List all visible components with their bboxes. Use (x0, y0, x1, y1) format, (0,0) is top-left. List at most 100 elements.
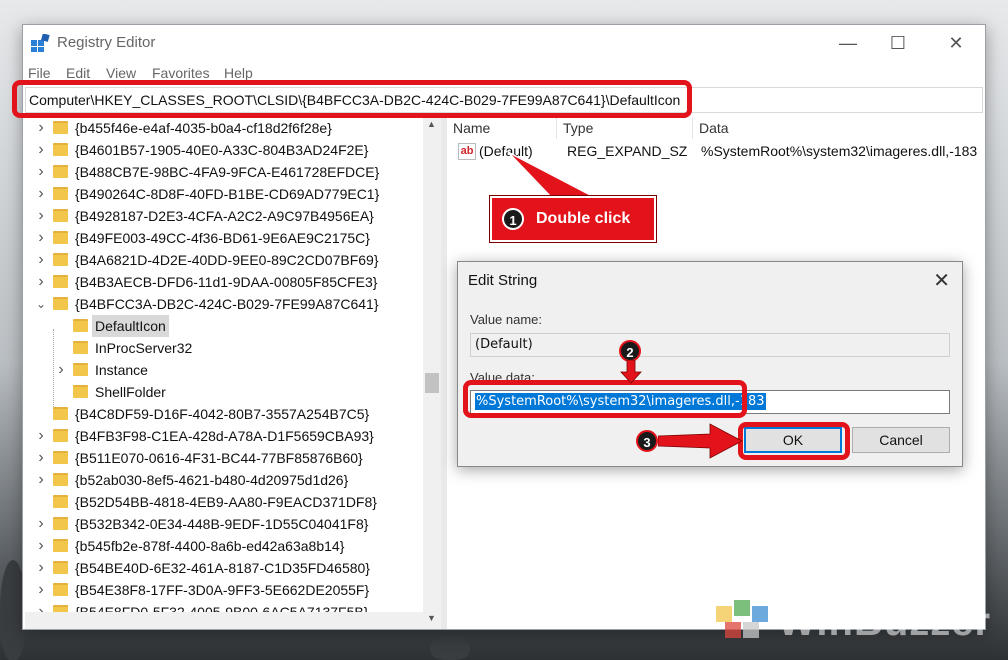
tree-item-label: {b52ab030-8ef5-4621-b480-4d20975d1d26} (75, 472, 349, 488)
tree-item[interactable]: › {B490264C-8D8F-40FD-B1BE-CD69AD779EC1} (25, 183, 405, 205)
tree-item[interactable]: › {B4601B57-1905-40E0-A33C-804B3AD24F2E} (25, 139, 405, 161)
tree-vertical-scrollbar[interactable]: ▲ ▼ (423, 117, 441, 629)
tree-item-label: {B52D54BB-4818-4EB9-AA80-F9EACD371DF8} (75, 494, 377, 510)
close-icon: ✕ (948, 32, 964, 53)
folder-icon (73, 341, 88, 354)
winbuzzer-logo-icon (716, 600, 768, 638)
folder-icon (73, 319, 88, 332)
chevron-right-icon[interactable]: › (55, 359, 67, 381)
tree-item[interactable]: › Instance (25, 359, 405, 381)
tree-item-label: {B54E38F8-17FF-3D0A-9FF3-5E662DE2055F} (75, 582, 370, 598)
tree-item-label: DefaultIcon (92, 315, 169, 337)
down-arrow-icon (620, 360, 642, 384)
folder-icon (53, 539, 68, 552)
close-button[interactable]: ✕ (931, 25, 981, 61)
chevron-right-icon[interactable]: › (35, 469, 47, 491)
chevron-right-icon[interactable]: › (35, 227, 47, 249)
maximize-icon: ☐ (889, 32, 907, 53)
tree-item[interactable]: ShellFolder (25, 381, 405, 403)
registry-editor-icon (31, 34, 50, 52)
key-tree[interactable]: › {b455f46e-e4af-4035-b0a4-cf18d2f6f28e} ›… (25, 117, 423, 629)
folder-icon (53, 451, 68, 464)
maximize-button[interactable]: ☐ (873, 25, 923, 61)
chevron-right-icon[interactable]: › (35, 249, 47, 271)
chevron-right-icon[interactable]: › (35, 117, 47, 139)
scroll-thumb[interactable] (425, 373, 439, 393)
value-name-label: Value name: (470, 312, 543, 327)
window-title: Registry Editor (57, 34, 156, 51)
menu-help[interactable]: Help (224, 65, 253, 81)
chevron-right-icon[interactable]: › (35, 205, 47, 227)
value-row-data: %SystemRoot%\system32\imageres.dll,-183 (701, 143, 978, 159)
tree-item[interactable]: › {B488CB7E-98BC-4FA9-9FCA-E461728EFDCE} (25, 161, 405, 183)
tree-item[interactable]: › {B532B342-0E34-448B-9EDF-1D55C04041F8} (25, 513, 405, 535)
minimize-button[interactable]: — (823, 25, 873, 61)
folder-icon (53, 231, 68, 244)
folder-icon (53, 275, 68, 288)
tree-item[interactable]: {B52D54BB-4818-4EB9-AA80-F9EACD371DF8} (25, 491, 405, 513)
menu-favorites[interactable]: Favorites (152, 65, 210, 81)
column-header-data[interactable]: Data (693, 117, 985, 139)
step-badge-2: 2 (619, 340, 641, 362)
chevron-down-icon[interactable]: ⌄ (35, 293, 47, 315)
tree-item[interactable]: › {B49FE003-49CC-4f36-BD61-9E6AE9C2175C} (25, 227, 405, 249)
tree-item[interactable]: › {B54E38F8-17FF-3D0A-9FF3-5E662DE2055F} (25, 579, 405, 601)
dialog-close-icon[interactable]: ✕ (933, 268, 950, 293)
scroll-up-arrow-icon[interactable]: ▲ (427, 119, 436, 129)
column-header-type[interactable]: Type (557, 117, 693, 139)
value-name-field: (Default) (470, 333, 950, 357)
tree-item[interactable]: › {b52ab030-8ef5-4621-b480-4d20975d1d26} (25, 469, 405, 491)
folder-icon (53, 517, 68, 530)
callout-pointer (507, 151, 597, 199)
chevron-right-icon[interactable]: › (35, 425, 47, 447)
chevron-right-icon[interactable]: › (35, 447, 47, 469)
chevron-right-icon[interactable]: › (35, 139, 47, 161)
tree-item-label: {B4B3AECB-DFD6-11d1-9DAA-00805F85CFE3} (75, 274, 378, 290)
tree-item[interactable]: › {b455f46e-e4af-4035-b0a4-cf18d2f6f28e} (25, 117, 405, 139)
folder-icon (53, 495, 68, 508)
tree-item[interactable]: ⌄ {B4BFCC3A-DB2C-424C-B029-7FE99A87C641} (25, 293, 405, 315)
folder-icon (73, 385, 88, 398)
chevron-right-icon[interactable]: › (35, 579, 47, 601)
folder-icon (53, 473, 68, 486)
chevron-right-icon[interactable]: › (35, 183, 47, 205)
folder-icon (53, 429, 68, 442)
chevron-right-icon[interactable]: › (35, 161, 47, 183)
menu-view[interactable]: View (106, 65, 136, 81)
chevron-right-icon[interactable]: › (35, 557, 47, 579)
tree-item[interactable]: InProcServer32 (25, 337, 405, 359)
tree-item[interactable]: DefaultIcon (25, 315, 405, 337)
chevron-right-icon[interactable]: › (35, 271, 47, 293)
tree-item-label: {B488CB7E-98BC-4FA9-9FCA-E461728EFDCE} (75, 164, 380, 180)
tree-item[interactable]: › {B4B3AECB-DFD6-11d1-9DAA-00805F85CFE3} (25, 271, 405, 293)
folder-icon (53, 407, 68, 420)
title-bar[interactable]: Registry Editor — ☐ ✕ (23, 25, 985, 61)
tree-item[interactable]: › {b545fb2e-878f-4400-8a6b-ed42a63a8b14} (25, 535, 405, 557)
scroll-down-arrow-icon[interactable]: ▼ (427, 613, 436, 623)
tree-item[interactable]: {B4C8DF59-D16F-4042-80B7-3557A254B7C5} (25, 403, 405, 425)
tree-item[interactable]: › {B4FB3F98-C1EA-428d-A78A-D1F5659CBA93} (25, 425, 405, 447)
tree-item-label: {B49FE003-49CC-4f36-BD61-9E6AE9C2175C} (75, 230, 370, 246)
column-header-name[interactable]: Name (447, 117, 557, 139)
folder-icon (53, 253, 68, 266)
tree-item-label: {B4BFCC3A-DB2C-424C-B029-7FE99A87C641} (75, 296, 379, 312)
tree-item-label: {B532B342-0E34-448B-9EDF-1D55C04041F8} (75, 516, 369, 532)
address-highlight-box (12, 80, 692, 118)
value-data-highlight-box (463, 380, 747, 418)
tree-item[interactable]: › {B511E070-0616-4F31-BC44-77BF85876B60} (25, 447, 405, 469)
folder-icon (53, 561, 68, 574)
cancel-button[interactable]: Cancel (852, 427, 950, 453)
tree-item[interactable]: › {B4928187-D2E3-4CFA-A2C2-A9C97B4956EA} (25, 205, 405, 227)
menu-file[interactable]: File (28, 65, 51, 81)
dialog-title: Edit String (468, 272, 538, 289)
folder-icon (53, 209, 68, 222)
chevron-right-icon[interactable]: › (35, 535, 47, 557)
tree-item-label: {B490264C-8D8F-40FD-B1BE-CD69AD779EC1} (75, 186, 380, 202)
tree-item[interactable]: › {B4A6821D-4D2E-40DD-9EE0-89C2CD07BF69} (25, 249, 405, 271)
chevron-right-icon[interactable]: › (35, 513, 47, 535)
tree-horizontal-scrollbar[interactable] (25, 612, 423, 629)
folder-icon (73, 363, 88, 376)
menu-edit[interactable]: Edit (66, 65, 90, 81)
folder-icon (53, 297, 68, 310)
tree-item[interactable]: › {B54BE40D-6E32-461A-8187-C1D35FD46580} (25, 557, 405, 579)
